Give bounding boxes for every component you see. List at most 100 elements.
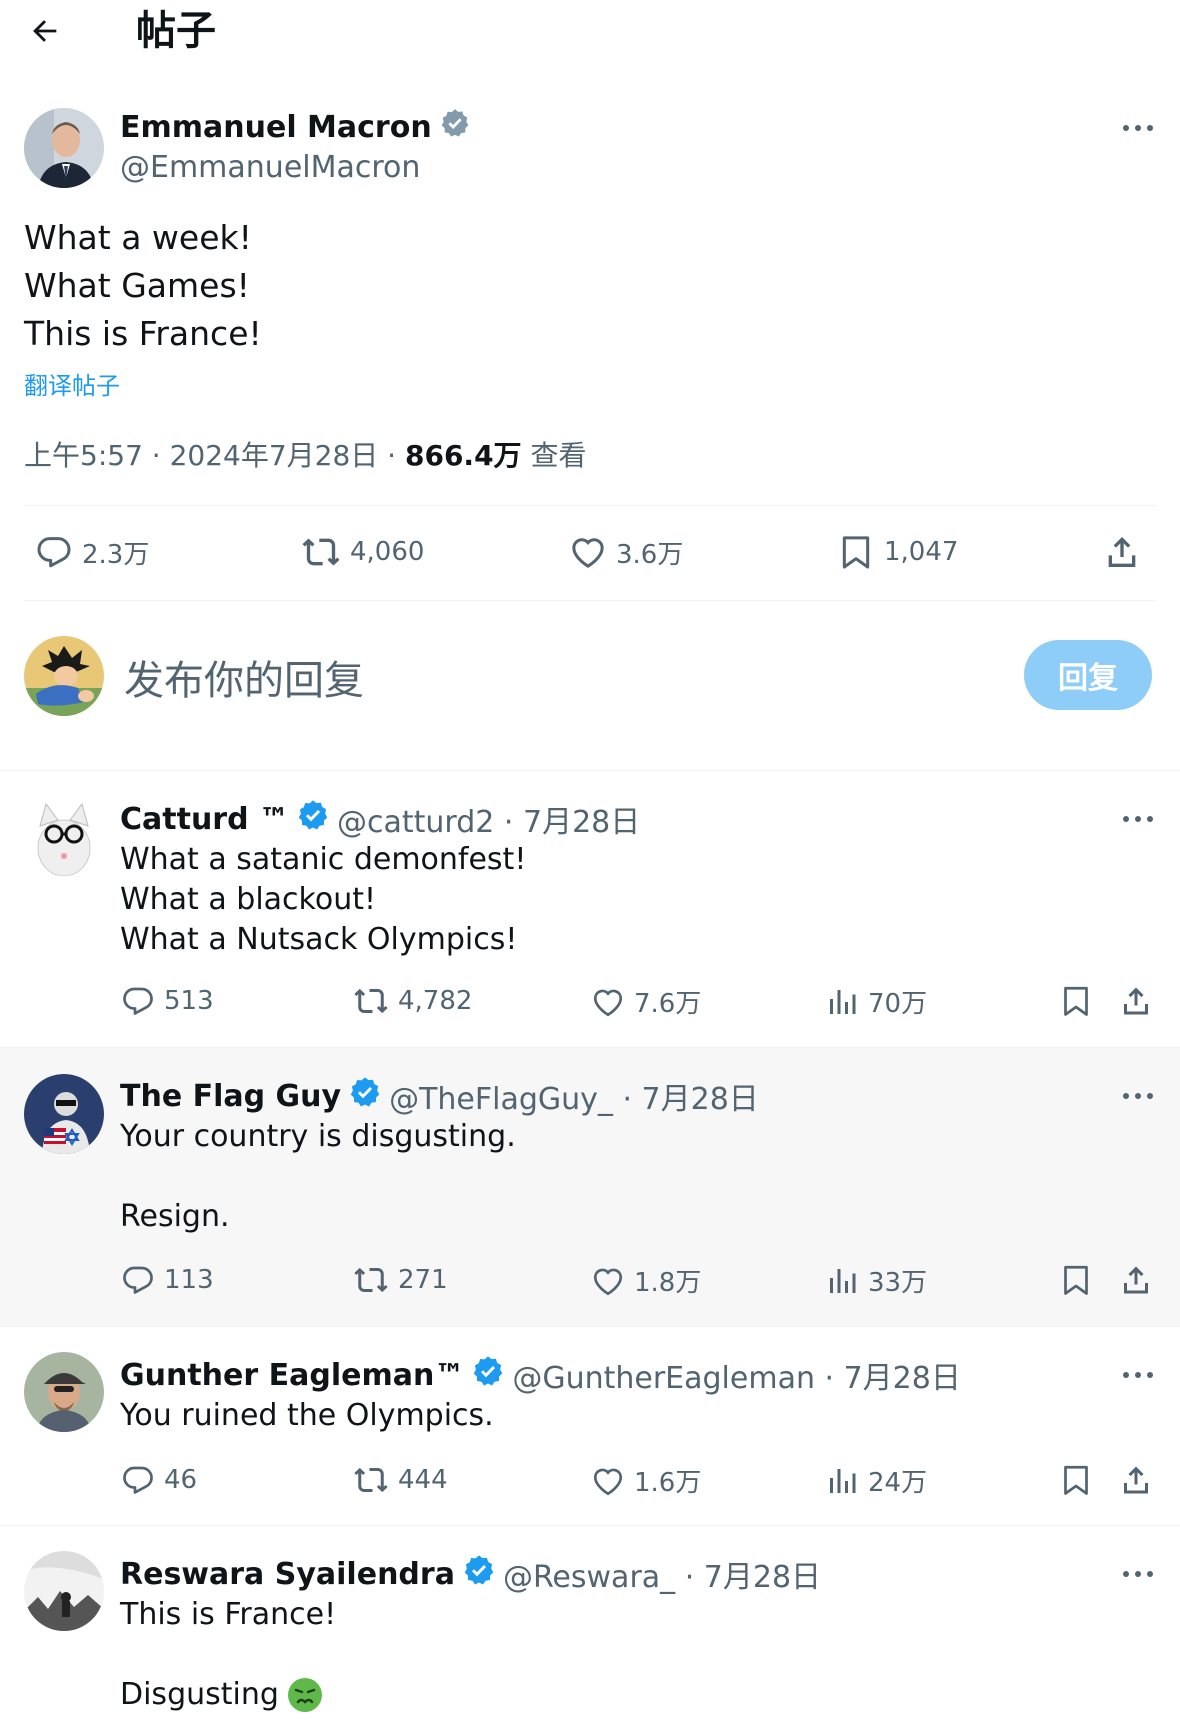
reply-action[interactable]: 2.3万 [34,532,149,572]
like-count: 1.6万 [634,1468,702,1498]
reply-avatar[interactable] [24,1352,104,1432]
verified-badge-icon [472,1355,504,1395]
views-count: 70万 [868,989,928,1019]
author-handle[interactable]: @EmmanuelMacron [120,150,420,185]
post-more-button[interactable] [1114,112,1162,144]
share-action[interactable] [1118,1462,1154,1498]
reply-line: Disgusting [120,1677,279,1712]
reply-handle-date[interactable]: @Reswara_ · 7月28日 [503,1552,821,1596]
reply-count: 2.3万 [82,539,150,570]
reply-count: 46 [164,1465,198,1495]
reply-handle-date[interactable]: @TheFlagGuy_ · 7月28日 [389,1074,759,1118]
share-action[interactable] [1102,532,1142,572]
reply-action[interactable]: 46 [120,1462,197,1498]
like-action[interactable]: 1.8万 [590,1262,701,1299]
translate-post-link[interactable]: 翻译帖子 [24,366,120,401]
reply-action[interactable]: 113 [120,1262,214,1298]
views-action[interactable]: 70万 [824,983,927,1020]
reply-tweet[interactable]: Reswara Syailendra @Reswara_ · 7月28日 Thi… [0,1526,1180,1724]
verified-badge-icon [463,1554,495,1594]
reply-tweet[interactable]: Catturd ™ @catturd2 · 7月28日 What a satan… [0,771,1180,1047]
views-icon [830,1468,856,1493]
reply-avatar[interactable] [24,1074,104,1154]
repost-action[interactable]: 444 [352,1462,448,1498]
repost-icon [354,988,388,1014]
like-action[interactable]: 3.6万 [568,532,683,572]
reply-more-button[interactable] [1114,803,1162,835]
reply-author-name[interactable]: The Flag Guy [120,1079,341,1114]
post-line: This is France! [24,314,262,353]
author-avatar[interactable] [24,108,104,188]
repost-action[interactable]: 4,060 [300,532,424,572]
repost-count: 4,782 [398,986,473,1016]
bookmark-action[interactable] [1058,1262,1094,1298]
bookmark-icon [1064,1265,1088,1295]
reply-text: Your country is disgusting. Resign. [120,1117,516,1237]
reply-text: This is France! Disgusting [120,1595,336,1715]
post-meta: 上午5:57 · 2024年7月28日 · 866.4万 查看 [24,434,586,474]
reply-handle-date[interactable]: @catturd2 · 7月28日 [337,797,640,841]
verified-badge-icon [440,108,470,146]
views-action[interactable]: 24万 [824,1462,927,1499]
more-icon [1123,1372,1153,1378]
reply-line: What a Nutsack Olympics! [120,922,518,957]
views-icon [830,989,856,1014]
reply-line-with-emoji: Disgusting [120,1675,336,1715]
my-avatar[interactable] [24,636,104,716]
reply-line: You ruined the Olympics. [120,1398,494,1433]
repost-count: 444 [398,1465,448,1495]
repost-action[interactable]: 4,782 [352,983,472,1019]
reply-handle-date[interactable]: @GuntherEagleman · 7月28日 [512,1353,961,1397]
post-views-count: 866.4万 [404,439,522,472]
reply-tweet[interactable]: Gunther Eagleman™ @GuntherEagleman · 7月2… [0,1327,1180,1525]
verified-badge-icon [297,799,329,839]
share-icon [1124,1466,1148,1494]
reply-line: Your country is disgusting. [120,1119,516,1154]
repost-icon [302,538,340,566]
reply-line: Resign. [120,1199,230,1234]
reply-line: What a satanic demonfest! [120,842,527,877]
reply-icon [37,537,71,568]
reply-text: You ruined the Olympics. [120,1396,494,1436]
author-name[interactable]: Emmanuel Macron [120,110,432,145]
divider [24,600,1156,601]
reply-author-name[interactable]: Reswara Syailendra [120,1557,455,1592]
bookmark-action[interactable] [1058,983,1094,1019]
reply-avatar[interactable] [24,1551,104,1631]
back-arrow-icon [33,20,57,42]
reply-author-name[interactable]: Catturd ™ [120,802,289,837]
bookmark-action[interactable] [1058,1462,1094,1498]
back-button[interactable] [22,8,68,54]
post-views-label: 查看 [521,439,587,472]
share-icon [1108,537,1136,567]
like-count: 3.6万 [616,539,684,570]
repost-action[interactable]: 271 [352,1262,448,1298]
share-action[interactable] [1118,1262,1154,1298]
more-icon [1123,125,1153,131]
reply-action[interactable]: 513 [120,983,214,1019]
views-action[interactable]: 33万 [824,1262,927,1299]
reply-input[interactable]: 发布你的回复 [124,648,364,706]
views-count: 24万 [868,1468,928,1498]
reply-tweet[interactable]: The Flag Guy @TheFlagGuy_ · 7月28日 Your c… [0,1048,1180,1326]
more-icon [1123,816,1153,822]
share-action[interactable] [1118,983,1154,1019]
divider [24,505,1156,506]
like-count: 1.8万 [634,1268,702,1298]
reply-author-name[interactable]: Gunther Eagleman™ [120,1358,464,1393]
reply-more-button[interactable] [1114,1080,1162,1112]
reply-avatar[interactable] [24,796,104,876]
views-icon [830,1268,856,1293]
views-count: 33万 [868,1268,928,1298]
reply-more-button[interactable] [1114,1558,1162,1590]
bookmark-action[interactable]: 1,047 [836,532,958,572]
reply-button[interactable]: 回复 [1024,640,1152,710]
like-action[interactable]: 1.6万 [590,1462,701,1499]
like-action[interactable]: 7.6万 [590,983,701,1020]
repost-icon [354,1467,388,1493]
reply-more-button[interactable] [1114,1359,1162,1391]
like-icon [593,1268,623,1295]
post-time[interactable]: 上午5:57 · 2024年7月28日 · [24,439,405,472]
post-line: What a week! [24,218,252,257]
bookmark-icon [1064,1465,1088,1495]
